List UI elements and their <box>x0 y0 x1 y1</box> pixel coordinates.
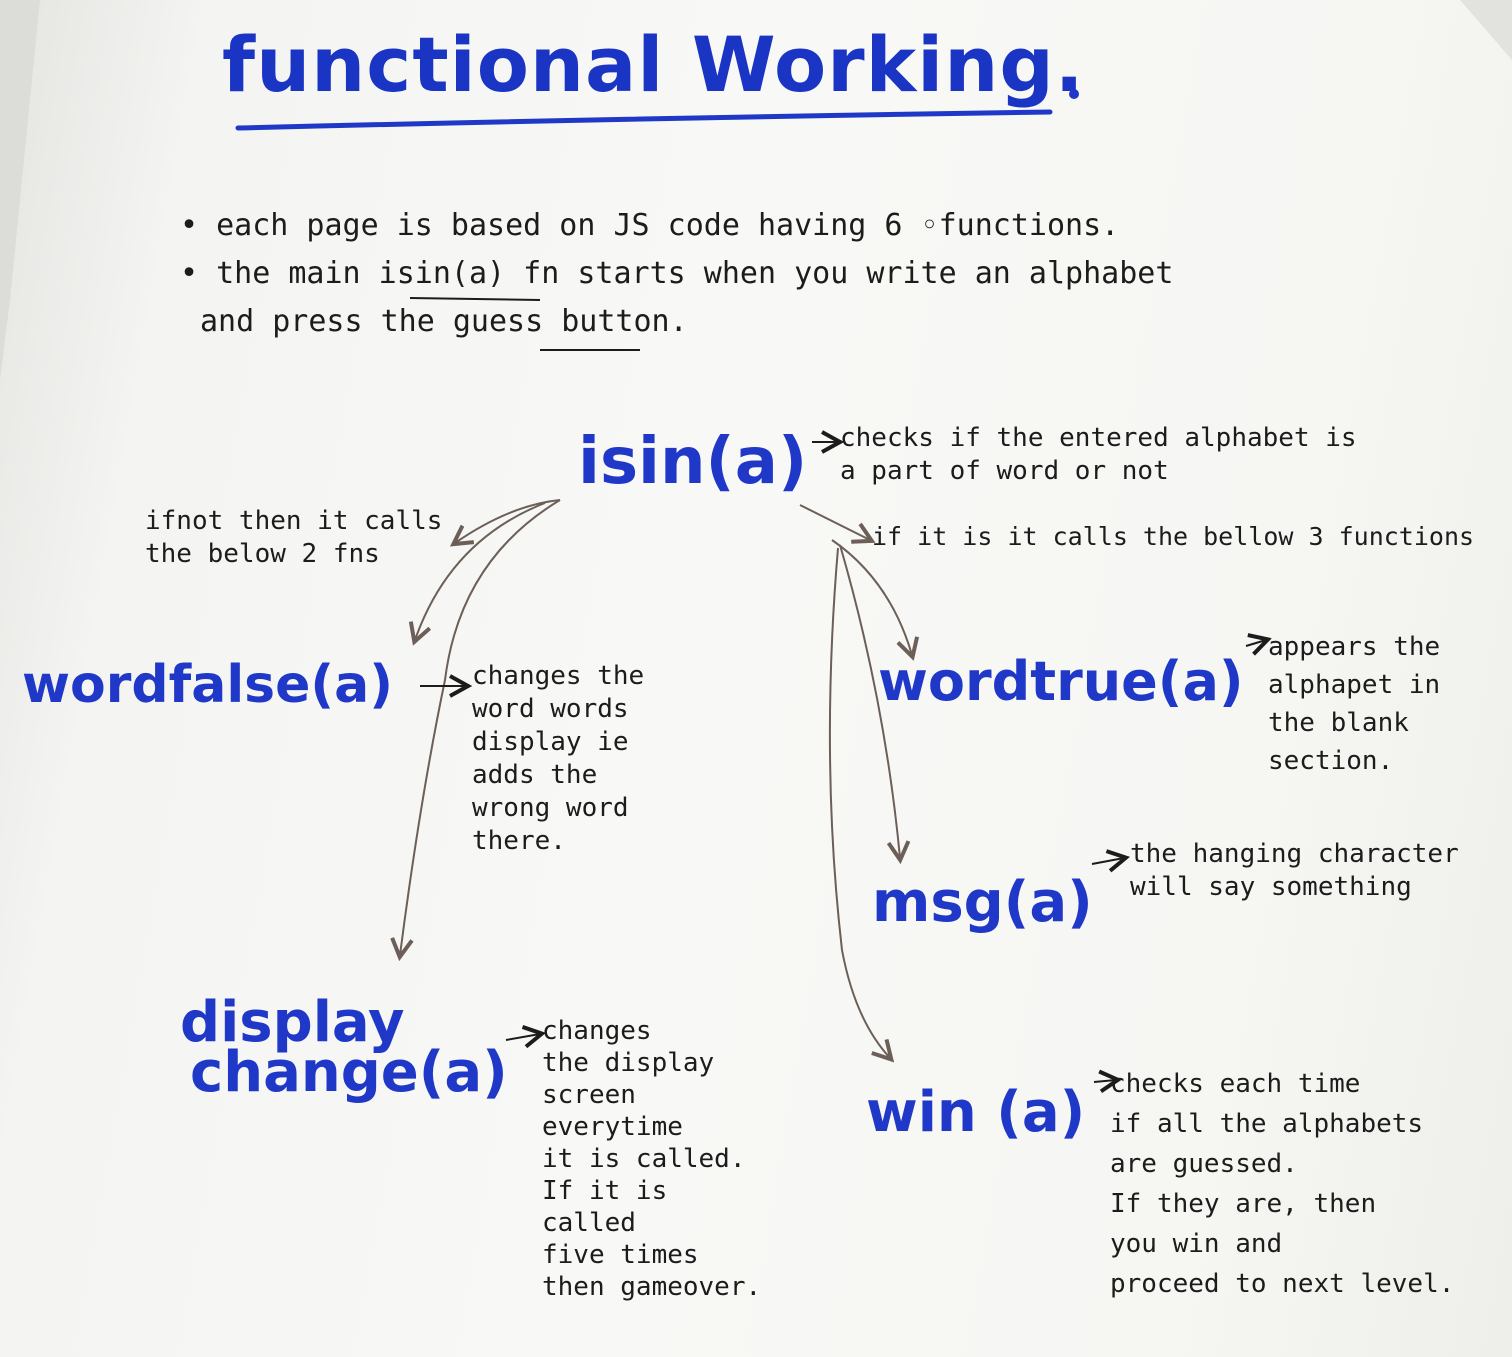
node-msg: msg(a) <box>872 870 1093 935</box>
note-wordtrue: appears the alphapet in the blank sectio… <box>1268 632 1441 776</box>
note-wordfalse: changes the word words display ie adds t… <box>472 661 645 856</box>
arrow-msg-note <box>1091 858 1124 864</box>
node-win: win (a) <box>866 1080 1086 1145</box>
note-isin: checks if the entered alphabet is a part… <box>840 423 1357 486</box>
title-underline <box>235 109 1053 131</box>
arrow-isin-to-win <box>828 547 890 1058</box>
arrow-display-change-note <box>505 1034 540 1040</box>
title-period <box>1069 89 1079 99</box>
note-msg: the hanging character will say something <box>1130 839 1459 902</box>
node-wordtrue: wordtrue(a) <box>878 650 1244 713</box>
note-win: checks each time if all the alphabets ar… <box>1110 1069 1455 1299</box>
node-display-change-line2: change(a) <box>190 1040 508 1105</box>
branch-right-label: if it is it calls the bellow 3 functions <box>872 522 1475 551</box>
node-wordfalse: wordfalse(a) <box>22 655 394 715</box>
node-isin: isin(a) <box>578 425 808 499</box>
isin-underline <box>409 297 541 301</box>
note-display-change: changes the display screen everytime it … <box>542 1016 762 1302</box>
branch-left-label: ifnot then it calls the below 2 fns <box>145 506 443 569</box>
arrow-isin-to-branch-right <box>799 504 870 540</box>
arrow-wordtrue-note <box>1245 640 1266 646</box>
